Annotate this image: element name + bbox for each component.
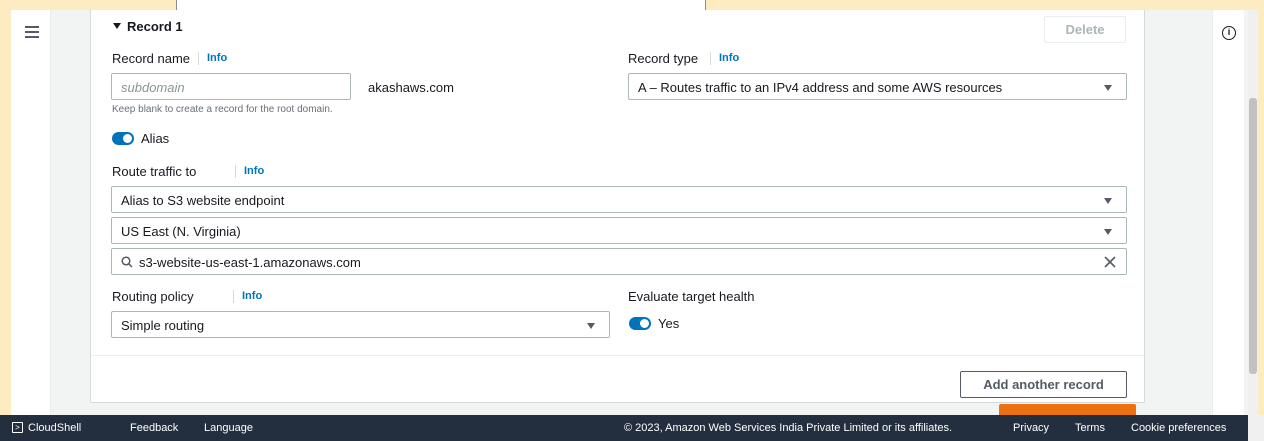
create-records-button[interactable] [999, 404, 1136, 415]
record-type-value: A – Routes traffic to an IPv4 address an… [638, 80, 1003, 95]
scrollbar-corner [1248, 415, 1264, 441]
top-bar [0, 0, 1264, 12]
record-name-input[interactable]: subdomain [111, 73, 351, 100]
language-link[interactable]: Language [204, 422, 253, 434]
delete-button[interactable]: Delete [1044, 16, 1126, 43]
endpoint-type-select[interactable]: Alias to S3 website endpoint [111, 186, 1127, 213]
vertical-scrollbar[interactable] [1248, 10, 1258, 415]
record-name-label: Record name [112, 51, 191, 66]
cloudshell-link[interactable]: CloudShell [28, 422, 81, 434]
scrollbar-thumb[interactable] [1249, 98, 1257, 374]
hamburger-menu-icon[interactable] [25, 26, 39, 38]
alias-label: Alias [141, 131, 170, 146]
routing-policy-select[interactable]: Simple routing [111, 311, 610, 338]
record-type-info-link[interactable]: Info [719, 52, 739, 64]
copyright-text: © 2023, Amazon Web Services India Privat… [624, 422, 953, 434]
record-title[interactable]: Record 1 [113, 19, 183, 34]
cookie-preferences-link[interactable]: Cookie preferences [1131, 422, 1226, 434]
region-value: US East (N. Virginia) [121, 224, 241, 239]
card-divider [91, 355, 1144, 356]
dropdown-caret-icon [587, 323, 595, 329]
main-viewport: Record 1 Delete Record name Info subdoma… [11, 10, 1258, 415]
evaluate-health-value: Yes [658, 316, 680, 331]
record-title-text: Record 1 [127, 19, 183, 34]
search-icon [121, 256, 133, 268]
record-type-select[interactable]: A – Routes traffic to an IPv4 address an… [628, 73, 1127, 100]
divider [235, 165, 236, 178]
evaluate-health-toggle[interactable] [629, 317, 651, 330]
dropdown-caret-icon [1104, 198, 1112, 204]
divider [233, 290, 234, 303]
navigation-rail [11, 10, 51, 415]
clear-icon[interactable] [1104, 256, 1116, 268]
route-traffic-info-link[interactable]: Info [244, 165, 264, 177]
caret-down-icon [113, 23, 121, 29]
alias-toggle[interactable] [112, 132, 134, 145]
cloudshell-icon[interactable]: > [12, 422, 23, 433]
privacy-link[interactable]: Privacy [1013, 422, 1049, 434]
routing-policy-label: Routing policy [112, 289, 194, 304]
info-circle-icon[interactable]: i [1222, 26, 1236, 40]
dropdown-caret-icon [1104, 85, 1112, 91]
record-name-info-link[interactable]: Info [207, 52, 227, 64]
endpoint-type-value: Alias to S3 website endpoint [121, 193, 285, 208]
routing-policy-info-link[interactable]: Info [242, 290, 262, 302]
divider [198, 52, 199, 65]
terms-link[interactable]: Terms [1075, 422, 1105, 434]
routing-policy-value: Simple routing [121, 318, 205, 333]
route-traffic-label: Route traffic to [112, 164, 197, 179]
record-card: Record 1 Delete Record name Info subdoma… [90, 10, 1145, 403]
record-name-placeholder: subdomain [121, 80, 185, 95]
domain-suffix: akashaws.com [368, 80, 454, 95]
endpoint-value: s3-website-us-east-1.amazonaws.com [139, 255, 361, 270]
region-select[interactable]: US East (N. Virginia) [111, 217, 1127, 244]
record-name-hint: Keep blank to create a record for the ro… [112, 104, 333, 115]
record-type-label: Record type [628, 51, 699, 66]
feedback-link[interactable]: Feedback [130, 422, 178, 434]
endpoint-search-input[interactable]: s3-website-us-east-1.amazonaws.com [111, 248, 1127, 275]
evaluate-health-label: Evaluate target health [628, 289, 755, 304]
console-footer: > CloudShell Feedback Language © 2023, A… [0, 415, 1264, 441]
add-another-record-button[interactable]: Add another record [960, 371, 1127, 398]
divider [710, 52, 711, 65]
help-panel-rail: i [1212, 10, 1244, 415]
dropdown-caret-icon [1104, 229, 1112, 235]
